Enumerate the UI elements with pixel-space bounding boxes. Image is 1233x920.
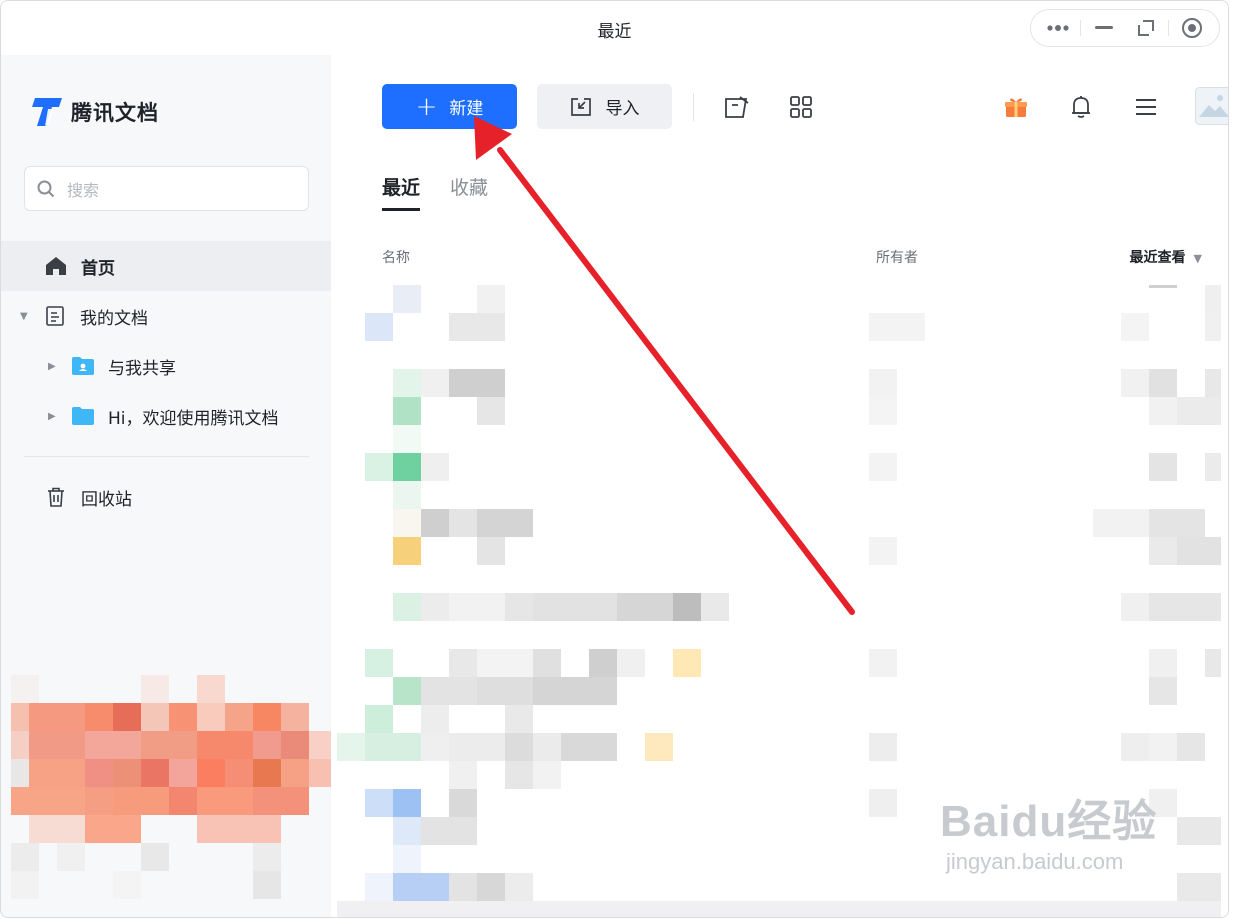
more-icon[interactable] [1038, 13, 1078, 43]
caret-down-icon: ▼ [1193, 252, 1202, 265]
search-input[interactable]: 搜索 [24, 166, 309, 211]
watermark-brand: Baidu经验 [940, 797, 1158, 846]
maximize-icon[interactable] [1126, 13, 1166, 43]
app-window: 最近 腾讯文档 搜索 首页 ▼ 我的文档 ▶ 与我共享 ▶ Hi，欢迎使用腾讯文… [0, 0, 1229, 918]
new-button[interactable]: + 新建 [382, 84, 517, 129]
sidebar-divider [24, 456, 309, 457]
search-icon [37, 180, 55, 197]
title-bar: 最近 [1, 1, 1228, 55]
bell-icon[interactable] [1066, 92, 1096, 122]
close-target-icon[interactable] [1172, 13, 1212, 43]
column-name[interactable]: 名称 [382, 247, 410, 267]
sidebar-item-my-docs[interactable]: ▼ 我的文档 [1, 291, 331, 341]
sidebar: 腾讯文档 搜索 首页 ▼ 我的文档 ▶ 与我共享 ▶ Hi，欢迎使用腾讯文档 回… [1, 55, 337, 917]
toolbar-divider [693, 93, 694, 121]
search-placeholder: 搜索 [67, 180, 100, 200]
shared-folder-icon [72, 357, 94, 375]
app-name: 腾讯文档 [71, 101, 159, 125]
sidebar-item-label: 我的文档 [80, 308, 148, 329]
sort-label: 最近查看 [1129, 250, 1186, 266]
tab-favorites[interactable]: 收藏 [450, 173, 488, 211]
minimize-icon[interactable] [1084, 13, 1124, 43]
document-icon [46, 306, 64, 326]
new-button-label: 新建 [449, 99, 484, 119]
content-tabs: 最近 收藏 [382, 173, 518, 211]
chevron-right-icon[interactable]: ▶ [48, 411, 60, 422]
tencent-docs-logo-icon [32, 98, 62, 126]
controls-divider [1168, 20, 1170, 36]
watermark-url: jingyan.baidu.com [946, 849, 1124, 874]
grid-view-icon[interactable] [786, 92, 816, 122]
sidebar-item-shared[interactable]: ▶ 与我共享 [1, 341, 331, 391]
template-icon[interactable] [722, 92, 752, 122]
home-icon [46, 257, 66, 275]
window-controls [1030, 9, 1220, 47]
sidebar-item-home[interactable]: 首页 [1, 241, 331, 291]
trash-icon [48, 487, 64, 507]
gift-icon[interactable] [1001, 92, 1031, 122]
controls-divider [1080, 20, 1082, 36]
sidebar-item-trash[interactable]: 回收站 [1, 472, 331, 522]
chevron-down-icon[interactable]: ▼ [20, 311, 32, 322]
tab-recent[interactable]: 最近 [382, 173, 421, 211]
import-button[interactable]: 导入 [537, 84, 672, 129]
watermark: Baidu经验 jingyan.baidu.com [940, 785, 1157, 875]
import-button-label: 导入 [605, 99, 640, 119]
sidebar-item-label: 首页 [81, 258, 115, 279]
sidebar-item-label: 与我共享 [108, 358, 176, 379]
app-logo[interactable]: 腾讯文档 [31, 95, 159, 129]
avatar[interactable] [1195, 87, 1228, 125]
plus-icon: + [415, 91, 438, 122]
sidebar-item-label: Hi，欢迎使用腾讯文档 [108, 408, 279, 429]
column-owner[interactable]: 所有者 [876, 247, 918, 267]
sidebar-item-welcome-folder[interactable]: ▶ Hi，欢迎使用腾讯文档 [1, 391, 331, 441]
sort-dropdown[interactable]: 最近查看 ▼ [1130, 247, 1202, 267]
folder-icon [72, 407, 94, 425]
sidebar-item-label: 回收站 [81, 489, 132, 510]
chevron-right-icon[interactable]: ▶ [48, 361, 60, 372]
file-list-header: 名称 所有者 最近查看 ▼ [382, 247, 1202, 267]
import-icon [570, 97, 591, 116]
menu-icon[interactable] [1131, 92, 1161, 122]
